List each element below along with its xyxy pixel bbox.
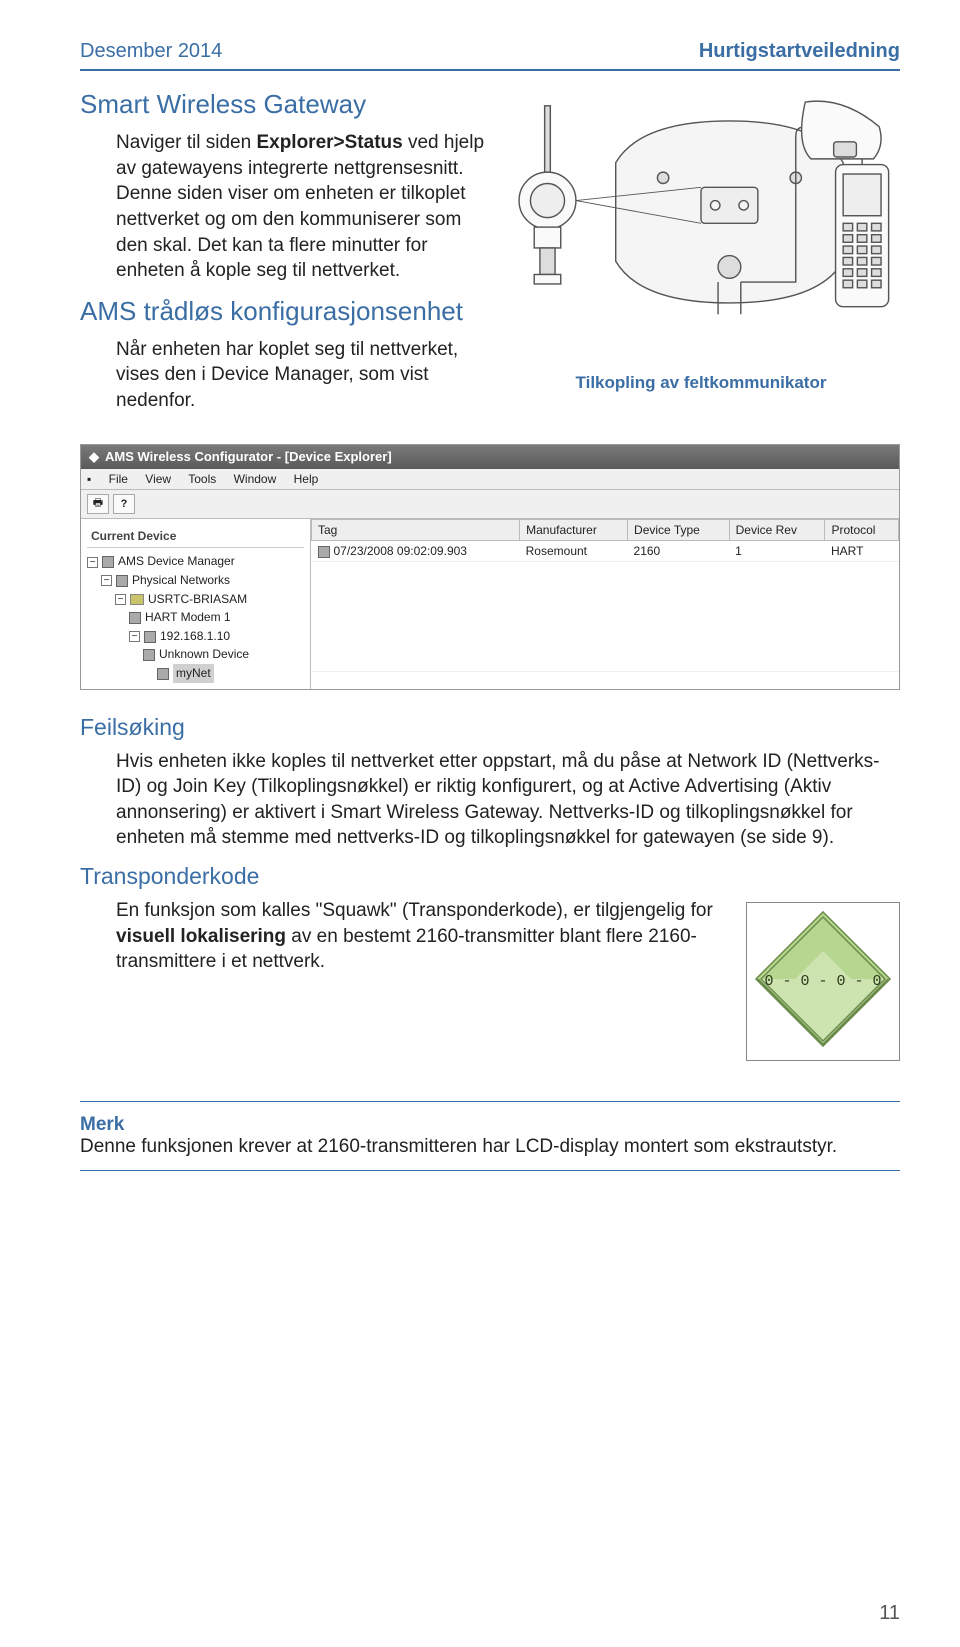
tree-host[interactable]: USRTC-BRIASAM xyxy=(148,592,247,606)
section-ams-title: AMS trådløs konfigurasjonsenhet xyxy=(80,296,490,327)
cell-devicetype: 2160 xyxy=(628,540,730,561)
section-ams-body: Når enheten har koplet seg til nettverke… xyxy=(116,337,490,414)
intro-columns: Smart Wireless Gateway Naviger til siden… xyxy=(80,89,900,426)
note-label: Merk xyxy=(80,1101,900,1136)
header-doc-type: Hurtigstartveiledning xyxy=(699,40,900,63)
menu-window[interactable]: Window xyxy=(234,472,277,486)
collapse-icon[interactable]: − xyxy=(129,631,140,642)
col-devicerev[interactable]: Device Rev xyxy=(729,519,825,540)
header-date: Desember 2014 xyxy=(80,40,222,63)
app-icon-small: ▪ xyxy=(87,472,91,486)
toolbar-help-icon[interactable]: ? xyxy=(113,494,135,514)
section-transponder-title: Transponderkode xyxy=(80,863,900,890)
section-troubleshoot-title: Feilsøking xyxy=(80,714,900,741)
cell-manufacturer: Rosemount xyxy=(520,540,628,561)
device-grid: Tag Manufacturer Device Type Device Rev … xyxy=(311,519,899,689)
toolbar-print-icon[interactable]: 🖶 xyxy=(87,494,109,514)
menu-view[interactable]: View xyxy=(145,472,171,486)
lcd-text: 0 - 0 - 0 - 0 xyxy=(764,973,881,990)
menu-help[interactable]: Help xyxy=(294,472,319,486)
ams-screenshot: ◆ AMS Wireless Configurator - [Device Ex… xyxy=(80,444,900,690)
wiring-illustration xyxy=(502,89,900,369)
unknown-icon xyxy=(143,649,155,661)
section-gateway-body: Naviger til siden Explorer>Status ved hj… xyxy=(116,130,490,284)
tree-unknown[interactable]: Unknown Device xyxy=(159,647,249,661)
manager-icon xyxy=(102,556,114,568)
net-icon xyxy=(157,668,169,680)
lcd-diamond-figure: 0 - 0 - 0 - 0 xyxy=(746,902,900,1061)
page-number: 11 xyxy=(879,1602,900,1625)
col-devicetype[interactable]: Device Type xyxy=(628,519,730,540)
cell-protocol: HART xyxy=(825,540,899,561)
collapse-icon[interactable]: − xyxy=(101,575,112,586)
device-tree: Current Device −AMS Device Manager −Phys… xyxy=(81,519,311,689)
section-troubleshoot-body: Hvis enheten ikke koples til nettverket … xyxy=(116,749,900,852)
host-icon xyxy=(130,594,144,605)
window-titlebar: ◆ AMS Wireless Configurator - [Device Ex… xyxy=(81,445,899,469)
ip-icon xyxy=(144,631,156,643)
network-icon xyxy=(116,575,128,587)
window-title: AMS Wireless Configurator - [Device Expl… xyxy=(105,449,392,464)
illustration-caption: Tilkopling av feltkommunikator xyxy=(502,373,900,393)
cell-tag: 07/23/2008 09:02:09.903 xyxy=(334,544,467,558)
section-gateway-title: Smart Wireless Gateway xyxy=(80,89,490,120)
app-icon: ◆ xyxy=(89,449,99,465)
col-protocol[interactable]: Protocol xyxy=(825,519,899,540)
tree-root[interactable]: AMS Device Manager xyxy=(118,554,235,568)
collapse-icon[interactable]: − xyxy=(115,594,126,605)
tree-mynet[interactable]: myNet xyxy=(173,664,214,683)
tree-header: Current Device xyxy=(87,525,304,549)
modem-icon xyxy=(129,612,141,624)
menu-file[interactable]: File xyxy=(109,472,128,486)
tree-modem[interactable]: HART Modem 1 xyxy=(145,610,231,624)
collapse-icon[interactable]: − xyxy=(87,557,98,568)
note-text: Denne funksjonen krever at 2160-transmit… xyxy=(80,1136,900,1171)
row-device-icon xyxy=(318,546,330,558)
col-manufacturer[interactable]: Manufacturer xyxy=(520,519,628,540)
tree-ip[interactable]: 192.168.1.10 xyxy=(160,629,230,643)
section-transponder-body: En funksjon som kalles "Squawk" (Transpo… xyxy=(116,898,740,975)
page-header: Desember 2014 Hurtigstartveiledning xyxy=(80,40,900,71)
menu-tools[interactable]: Tools xyxy=(188,472,216,486)
col-tag[interactable]: Tag xyxy=(312,519,520,540)
menubar: ▪ File View Tools Window Help xyxy=(81,469,899,490)
toolbar: 🖶 ? xyxy=(81,490,899,519)
cell-devicerev: 1 xyxy=(729,540,825,561)
table-row[interactable]: 07/23/2008 09:02:09.903 Rosemount 2160 1… xyxy=(312,540,899,561)
tree-physical[interactable]: Physical Networks xyxy=(132,573,230,587)
